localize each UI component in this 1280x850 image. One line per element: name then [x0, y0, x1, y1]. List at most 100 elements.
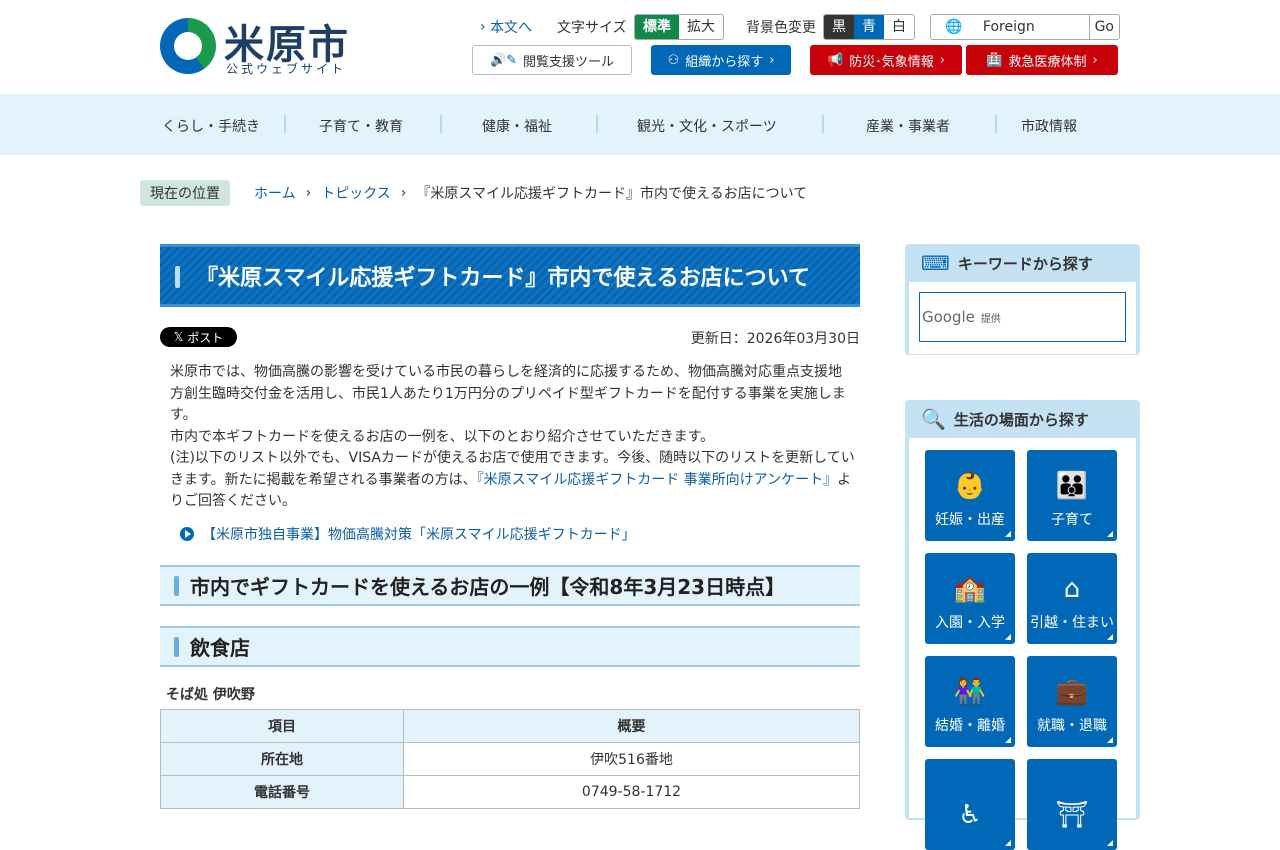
1f3eb-scene-icon: 🏫 [953, 574, 987, 604]
intro-text: 米原市では、物価高騰の影響を受けている市民の暮らしを経済的に応援するため、物価高… [170, 362, 855, 513]
bg-color-toggle: 黒青白 [823, 14, 915, 40]
org-search-button[interactable]: ⚇ 組織から探す › [651, 45, 791, 75]
life-scene-tile[interactable]: ⛩ [1027, 759, 1117, 850]
language-select[interactable]: 🌐 Foreign Language ▼Go [930, 14, 1120, 40]
related-link-label: 【米原市独自事業】物価高騰対策「米原スマイル応援ギフトカード」 [202, 527, 636, 543]
267f-scene-icon: ♿ [958, 800, 982, 830]
org-chart-icon: ⚇ [667, 52, 680, 68]
life-scene-tile[interactable]: ♿ [925, 759, 1015, 850]
disaster-info-button[interactable]: 📢 防災･気象情報 › [810, 45, 962, 75]
breadcrumb-topics[interactable]: トピックス [321, 183, 391, 203]
table-header: 概要 [403, 709, 860, 743]
font-large-button[interactable]: 拡大 [679, 15, 723, 39]
google-logo: Google [922, 308, 975, 326]
table-row: 電話番号 0749-58-1712 [160, 775, 860, 809]
table-header: 項目 [160, 709, 404, 743]
chevron-right-icon: › [400, 185, 407, 201]
megaphone-icon: 📢 [827, 52, 844, 68]
org-search-label: 組織から探す [685, 54, 764, 70]
hospital-icon: 🏥 [986, 52, 1003, 68]
bg-blue-button[interactable]: 青 [854, 15, 884, 39]
table-row: 所在地 伊吹516番地 [160, 742, 860, 776]
related-link[interactable]: 【米原市独自事業】物価高騰対策「米原スマイル応援ギフトカード」 [180, 524, 636, 544]
life-scene-tile[interactable]: 🏫 入園・入学 [925, 553, 1015, 644]
font-standard-button[interactable]: 標準 [635, 15, 679, 39]
chevron-right-icon: › [305, 185, 312, 201]
font-size-label: 文字サイズ [557, 20, 627, 36]
bg-color-label: 背景色変更 [746, 20, 816, 36]
x-logo-icon: 𝕏 [173, 330, 188, 344]
go-button[interactable]: Go [1088, 15, 1119, 39]
life-scene-tile[interactable]: 💼 就職・退職 [1027, 656, 1117, 747]
play-circle-icon [180, 527, 194, 541]
nav-divider [440, 115, 442, 133]
intro-paragraph: 市内で本ギフトカードを使えるお店の一例を、以下のとおり紹介させていただきます。 [170, 428, 715, 445]
intro-paragraph: 米原市では、物価高騰の影響を受けている市民の暮らしを経済的に応援するため、物価高… [170, 364, 846, 423]
tile-label: 引越・住まい [1030, 615, 1114, 631]
skip-label: 本文へ [490, 20, 533, 36]
emergency-medical-label: 救急医療体制 [1008, 54, 1087, 70]
table-cell: 所在地 [160, 742, 404, 776]
keyword-search-title: キーワードから探す [957, 254, 1093, 273]
chevron-right-icon: › [480, 19, 491, 35]
keyword-search-input[interactable]: Google 提供 [919, 292, 1126, 342]
nav-childcare-education[interactable]: 子育て・教育 [319, 116, 403, 136]
logo-mark[interactable] [160, 18, 216, 74]
1f46a-scene-icon: 👪 [1055, 471, 1089, 501]
life-scene-tile[interactable]: 👪 子育て [1027, 450, 1117, 541]
tile-label: 子育て [1051, 512, 1093, 528]
updated-date: 更新日：2026年03月30日 [690, 331, 860, 347]
shop-name: そば処 伊吹野 [166, 687, 255, 703]
browsing-tool-button[interactable]: 🔊✎ 閲覧支援ツール [472, 45, 632, 75]
shop-table: 項目 概要 所在地 伊吹516番地 電話番号 0749-58-1712 [160, 709, 860, 809]
table-cell: 伊吹516番地 [403, 742, 860, 776]
nav-city-info[interactable]: 市政情報 [1021, 116, 1077, 136]
2302-scene-icon: ⌂ [1063, 574, 1081, 604]
tile-label: 就職・退職 [1037, 718, 1107, 734]
global-nav: くらし・手続き 子育て・教育 健康・福祉 観光・文化・スポーツ 産業・事業者 市… [0, 94, 1280, 155]
chevron-right-icon: › [769, 52, 775, 68]
breadcrumb-home[interactable]: ホーム [254, 183, 296, 203]
search-icon: 🔍 [921, 407, 946, 431]
nav-living[interactable]: くらし・手続き [162, 116, 260, 136]
bg-black-button[interactable]: 黒 [824, 15, 854, 39]
nav-divider [284, 115, 286, 133]
breadcrumb-label: 現在の位置 [140, 180, 230, 206]
1f46b-scene-icon: 👫 [953, 677, 987, 707]
nav-divider [822, 115, 824, 133]
chevron-right-icon: › [1092, 52, 1098, 68]
nav-health-welfare[interactable]: 健康・福祉 [482, 116, 552, 136]
26e9-scene-icon: ⛩ [1055, 800, 1089, 830]
tile-label: 入園・入学 [935, 615, 1005, 631]
font-size-toggle: 標準 拡大 [634, 14, 724, 40]
x-post-button[interactable]: 𝕏 ポスト [160, 327, 237, 347]
nav-tourism-culture[interactable]: 観光・文化・スポーツ [637, 116, 777, 136]
nav-divider [995, 115, 997, 133]
nav-divider [596, 115, 598, 133]
browsing-tool-label: 閲覧支援ツール [523, 54, 615, 70]
disaster-info-label: 防災･気象情報 [849, 54, 934, 70]
tile-label: 結婚・離婚 [935, 718, 1005, 734]
survey-link[interactable]: 『米原スマイル応援ギフトカード 事業所向けアンケート』 [477, 472, 837, 488]
life-scene-tile[interactable]: 👶 妊娠・出産 [925, 450, 1015, 541]
table-cell: 0749-58-1712 [403, 775, 860, 809]
1f476-scene-icon: 👶 [953, 471, 987, 501]
keyboard-icon: ⌨ [921, 251, 950, 275]
bg-white-button[interactable]: 白 [884, 15, 914, 39]
table-header-row: 項目 概要 [160, 709, 860, 743]
chevron-right-icon: › [939, 52, 945, 68]
emergency-medical-button[interactable]: 🏥 救急医療体制 › [966, 45, 1118, 75]
breadcrumb: 現在の位置 ホーム › トピックス › 『米原スマイル応援ギフトカード』市内で使える… [140, 180, 807, 206]
life-scene-panel: 🔍 生活の場面から探す 👶 妊娠・出産 👪 子育て 🏫 入園・入学 ⌂ 引越・住まい 👫 結婚・離婚… [905, 400, 1140, 850]
globe-icon: 🌐 [945, 19, 963, 35]
provided-label: 提供 [980, 313, 1001, 325]
logo-subtitle: 公式ウェブサイト [226, 62, 347, 76]
life-scene-tile[interactable]: ⌂ 引越・住まい [1027, 553, 1117, 644]
life-scene-tile[interactable]: 👫 結婚・離婚 [925, 656, 1015, 747]
nav-industry[interactable]: 産業・事業者 [866, 116, 950, 136]
breadcrumb-current: 『米原スマイル応援ギフトカード』市内で使えるお店について [416, 186, 808, 202]
life-scene-title: 生活の場面から探す [953, 410, 1089, 429]
skip-link[interactable]: › 本文へ [480, 14, 532, 40]
category-heading: 飲食店 [160, 626, 860, 667]
tile-label: 妊娠・出産 [935, 512, 1005, 528]
